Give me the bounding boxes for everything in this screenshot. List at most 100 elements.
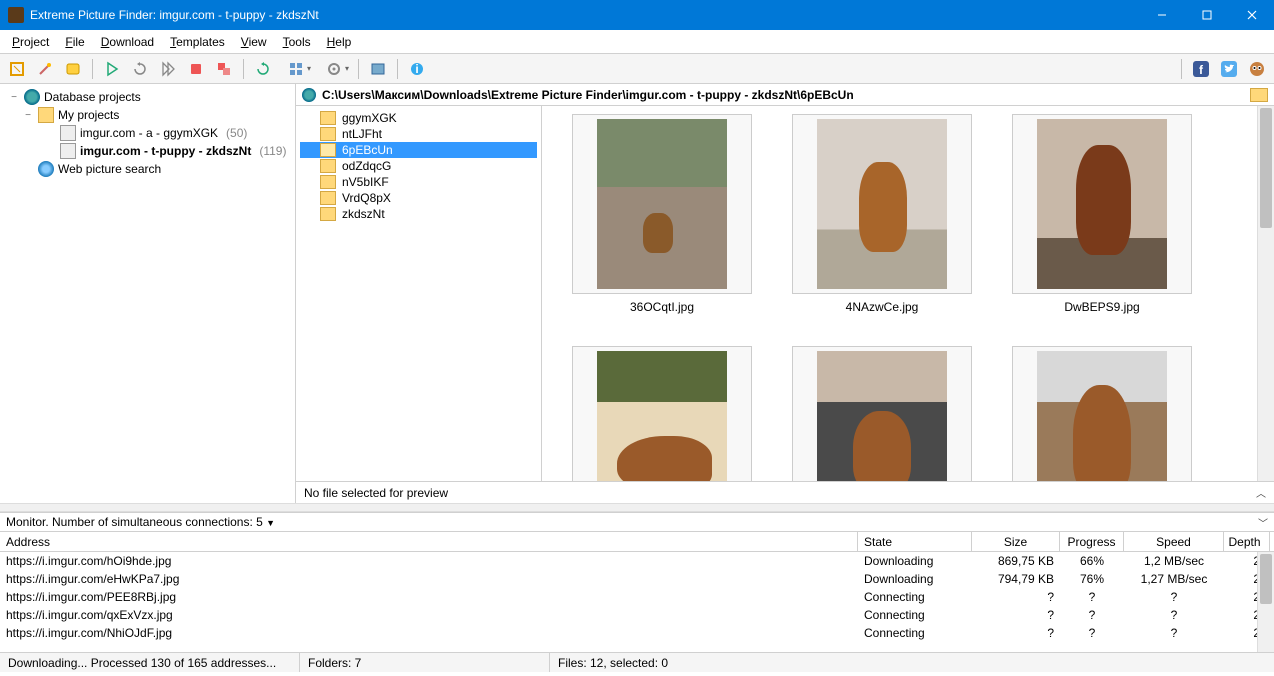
folder-item[interactable]: odZdqcG — [300, 158, 537, 174]
cell-state: Connecting — [858, 626, 972, 640]
menu-project[interactable]: Project — [4, 33, 57, 51]
toolbar: i f — [0, 54, 1274, 84]
chevron-up-icon[interactable]: ︿ — [1256, 485, 1266, 500]
menu-file[interactable]: File — [57, 33, 92, 51]
download-row[interactable]: https://i.imgur.com/PEE8RBj.jpgConnectin… — [0, 588, 1274, 606]
project-icon — [60, 143, 76, 159]
thumbnail[interactable] — [1012, 346, 1192, 481]
menu-download[interactable]: Download — [93, 33, 162, 51]
col-progress[interactable]: Progress — [1060, 532, 1124, 551]
grid-scrollbar[interactable] — [1257, 552, 1274, 652]
cell-state: Connecting — [858, 608, 972, 622]
start-button[interactable] — [99, 56, 125, 82]
thumbnail-image — [597, 351, 727, 481]
thumbnail[interactable]: DwBEPS9.jpg — [1012, 114, 1192, 314]
folder-item[interactable]: ggymXGK — [300, 110, 537, 126]
tree-web-search[interactable]: Web picture search — [2, 160, 293, 178]
tree-project-0[interactable]: imgur.com - a - ggymXGK (50) — [2, 124, 293, 142]
thumbnail-caption: 4NAzwCe.jpg — [846, 300, 919, 314]
slideshow-button[interactable] — [365, 56, 391, 82]
folder-icon — [320, 111, 336, 125]
folder-item[interactable]: 6pEBcUn — [300, 142, 537, 158]
folder-name: zkdszNt — [342, 207, 385, 221]
thumbnail[interactable] — [792, 346, 972, 481]
new-project-button[interactable] — [4, 56, 30, 82]
col-state[interactable]: State — [858, 532, 972, 551]
settings-button[interactable] — [316, 56, 352, 82]
thumbnail[interactable] — [572, 346, 752, 481]
cell-address: https://i.imgur.com/NhiOJdF.jpg — [0, 626, 858, 640]
project-tree[interactable]: − Database projects − My projects imgur.… — [0, 84, 296, 503]
cell-progress: 66% — [1060, 554, 1124, 568]
folder-name: odZdqcG — [342, 159, 391, 173]
close-button[interactable] — [1229, 0, 1274, 30]
owl-icon[interactable] — [1244, 56, 1270, 82]
thumbnail-area[interactable]: 36OCqtI.jpg 4NAzwCe.jpg DwBEPS9.jpg — [542, 106, 1274, 481]
folder-item[interactable]: VrdQ8pX — [300, 190, 537, 206]
download-row[interactable]: https://i.imgur.com/qxExVzx.jpgConnectin… — [0, 606, 1274, 624]
folder-list[interactable]: ggymXGKntLJFht6pEBcUnodZdqcGnV5bIKFVrdQ8… — [296, 106, 542, 481]
thumbnail[interactable]: 4NAzwCe.jpg — [792, 114, 972, 314]
col-depth[interactable]: Depth — [1224, 532, 1270, 551]
folder-icon — [320, 143, 336, 157]
main-area: − Database projects − My projects imgur.… — [0, 84, 1274, 503]
twitter-icon[interactable] — [1216, 56, 1242, 82]
tree-project-1[interactable]: imgur.com - t-puppy - zkdszNt (119) — [2, 142, 293, 160]
grid-body[interactable]: https://i.imgur.com/hOi9hde.jpgDownloadi… — [0, 552, 1274, 652]
window-title: Extreme Picture Finder: imgur.com - t-pu… — [30, 8, 1139, 22]
col-address[interactable]: Address — [0, 532, 858, 551]
horizontal-splitter[interactable] — [0, 503, 1274, 512]
col-speed[interactable]: Speed — [1124, 532, 1224, 551]
menu-templates[interactable]: Templates — [162, 33, 233, 51]
folder-name: VrdQ8pX — [342, 191, 391, 205]
cell-progress: ? — [1060, 626, 1124, 640]
open-folder-button[interactable] — [1250, 88, 1268, 102]
download-row[interactable]: https://i.imgur.com/hOi9hde.jpgDownloadi… — [0, 552, 1274, 570]
menu-view[interactable]: View — [233, 33, 275, 51]
chevron-down-icon[interactable]: ▼ — [266, 518, 275, 528]
menu-tools[interactable]: Tools — [275, 33, 319, 51]
menu-help[interactable]: Help — [319, 33, 360, 51]
maximize-button[interactable] — [1184, 0, 1229, 30]
monitor-header[interactable]: Monitor. Number of simultaneous connecti… — [0, 512, 1274, 532]
folder-item[interactable]: zkdszNt — [300, 206, 537, 222]
thumbnail-scrollbar[interactable] — [1257, 106, 1274, 481]
titlebar: Extreme Picture Finder: imgur.com - t-pu… — [0, 0, 1274, 30]
view-mode-button[interactable] — [278, 56, 314, 82]
cell-size: 794,79 KB — [972, 572, 1060, 586]
cell-size: 869,75 KB — [972, 554, 1060, 568]
cell-progress: ? — [1060, 590, 1124, 604]
facebook-icon[interactable]: f — [1188, 56, 1214, 82]
download-row[interactable]: https://i.imgur.com/eHwKPa7.jpgDownloadi… — [0, 570, 1274, 588]
tree-my-projects[interactable]: − My projects — [2, 106, 293, 124]
download-row[interactable]: https://i.imgur.com/NhiOJdF.jpgConnectin… — [0, 624, 1274, 642]
refresh-button[interactable] — [250, 56, 276, 82]
cell-speed: 1,27 MB/sec — [1124, 572, 1224, 586]
cell-address: https://i.imgur.com/eHwKPa7.jpg — [0, 572, 858, 586]
cell-address: https://i.imgur.com/qxExVzx.jpg — [0, 608, 858, 622]
stop-all-button[interactable] — [211, 56, 237, 82]
wizard-button[interactable] — [32, 56, 58, 82]
thumbnail[interactable]: 36OCqtI.jpg — [572, 114, 752, 314]
thumbnail-image — [1037, 119, 1167, 289]
col-size[interactable]: Size — [972, 532, 1060, 551]
preview-bar[interactable]: No file selected for preview ︿ — [296, 481, 1274, 503]
folder-icon — [320, 175, 336, 189]
project-icon — [60, 125, 76, 141]
folder-item[interactable]: ntLJFht — [300, 126, 537, 142]
help-button[interactable]: i — [404, 56, 430, 82]
cell-address: https://i.imgur.com/hOi9hde.jpg — [0, 554, 858, 568]
minimize-button[interactable] — [1139, 0, 1184, 30]
restart-button[interactable] — [127, 56, 153, 82]
folder-icon — [320, 207, 336, 221]
thumbnail-image — [817, 119, 947, 289]
start-all-button[interactable] — [155, 56, 181, 82]
tree-root[interactable]: − Database projects — [2, 88, 293, 106]
status-downloading: Downloading... Processed 130 of 165 addr… — [0, 653, 300, 672]
stop-button[interactable] — [183, 56, 209, 82]
folder-item[interactable]: nV5bIKF — [300, 174, 537, 190]
chevron-down-icon[interactable]: ﹀ — [1258, 515, 1268, 530]
properties-button[interactable] — [60, 56, 86, 82]
globe-icon — [302, 88, 316, 102]
cell-progress: 76% — [1060, 572, 1124, 586]
